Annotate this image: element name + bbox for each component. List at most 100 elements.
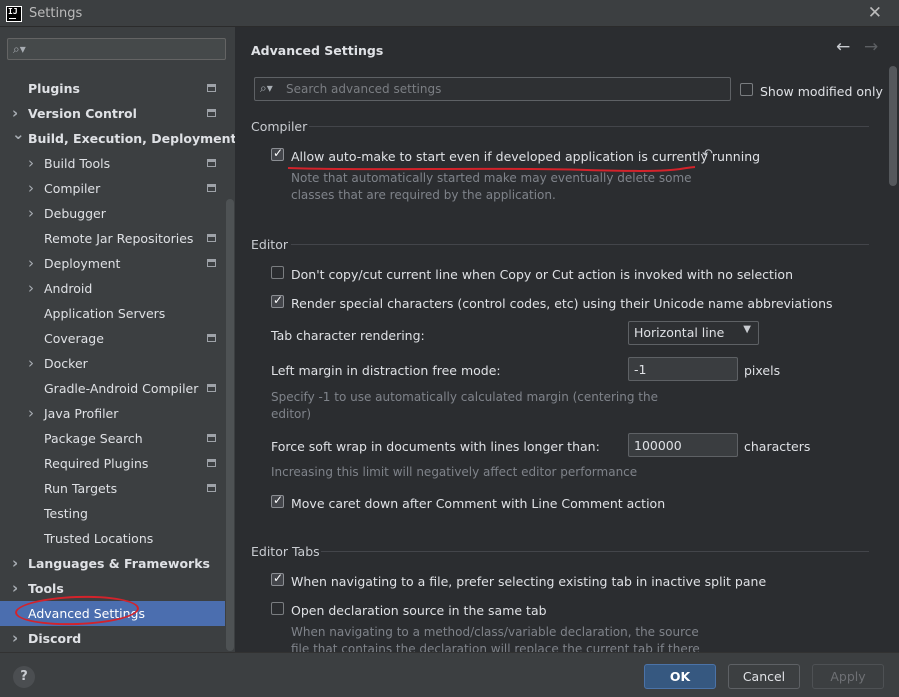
show-modified-label[interactable]: Show modified only [760,84,883,99]
sidebar-item-trusted-locations[interactable]: Trusted Locations [0,526,225,551]
content-scrollbar[interactable] [889,66,897,186]
soft-wrap-label: Force soft wrap in documents with lines … [271,439,600,454]
ok-button[interactable]: OK [644,664,716,689]
sidebar-item-build-execution-deployment[interactable]: ⌄ Build, Execution, Deployment [0,125,236,151]
sidebar-item-android[interactable]: › Android [0,276,225,301]
project-level-icon [207,434,216,442]
tab-rendering-dropdown[interactable]: Horizontal line ▼ [628,321,759,345]
open-same-tab-note-line-1: When navigating to a method/class/variab… [291,625,699,639]
annotation-underline [287,166,696,172]
advanced-settings-panel: Advanced Settings ← → ⌕▾ Show modified o… [235,27,899,652]
caret-down-checkbox[interactable] [271,493,284,508]
project-level-icon [207,109,216,117]
soft-wrap-field[interactable] [628,433,738,457]
sidebar-item-label: Android [44,281,93,296]
sidebar-item-discord[interactable]: › Discord [0,626,225,651]
project-level-icon [207,334,216,342]
left-margin-input[interactable] [634,361,729,377]
project-level-icon [207,484,216,492]
sidebar-item-docker[interactable]: › Docker [0,351,225,376]
sidebar-scrollbar[interactable] [226,199,234,651]
prefer-existing-tab-checkbox[interactable] [271,571,284,586]
settings-sidebar: ⌕▾ Plugins › Version Control ⌄ Build, Execut… [0,27,236,652]
sidebar-item-label: Build, Execution, Deployment [28,131,237,146]
advanced-search-input[interactable] [286,81,716,97]
apply-button[interactable]: Apply [812,664,884,689]
arrow-left-icon[interactable]: ← [836,37,850,57]
sidebar-search-input[interactable]: ⌕▾ [7,38,226,60]
special-chars-checkbox[interactable] [271,293,284,308]
sidebar-item-label: Run Targets [44,481,118,496]
copy-cut-checkbox[interactable] [271,266,284,279]
chevron-right-icon[interactable]: › [12,576,18,601]
sidebar-item-build-tools[interactable]: › Build Tools [0,151,225,176]
section-divider [291,244,869,245]
sidebar-item-deployment[interactable]: › Deployment [0,251,225,276]
intellij-idea-icon: IJ [6,6,22,22]
auto-make-checkbox[interactable] [271,146,284,161]
help-icon[interactable]: ? [13,666,35,688]
sidebar-item-plugins[interactable]: Plugins [0,76,225,101]
sidebar-item-package-search[interactable]: Package Search [0,426,225,451]
chevron-right-icon[interactable]: › [28,176,34,201]
chevron-right-icon[interactable]: › [28,201,34,226]
chevron-right-icon[interactable]: › [28,251,34,276]
sidebar-item-label: Gradle-Android Compiler [44,381,199,396]
cancel-button[interactable]: Cancel [728,664,800,689]
sidebar-item-run-targets[interactable]: Run Targets [0,476,225,501]
page-title: Advanced Settings [251,43,384,58]
sidebar-item-label: Debugger [44,206,106,221]
chevron-down-icon[interactable]: ⌄ [12,122,25,147]
search-icon: ⌕▾ [13,42,26,56]
sidebar-item-remote-jar-repositories[interactable]: Remote Jar Repositories [0,226,225,251]
project-level-icon [207,84,216,92]
sidebar-item-coverage[interactable]: Coverage [0,326,225,351]
left-margin-field[interactable] [628,357,738,381]
sidebar-item-compiler[interactable]: › Compiler [0,176,225,201]
auto-make-label[interactable]: Allow auto-make to start even if develop… [291,149,760,164]
project-level-icon [207,184,216,192]
section-divider [309,126,869,127]
sidebar-item-label: Docker [44,356,88,371]
caret-down-label[interactable]: Move caret down after Comment with Line … [291,496,665,511]
sidebar-item-gradle-android-compiler[interactable]: Gradle-Android Compiler [0,376,225,401]
open-same-tab-label[interactable]: Open declaration source in the same tab [291,603,547,618]
chevron-right-icon[interactable]: › [12,626,18,651]
copy-cut-label[interactable]: Don't copy/cut current line when Copy or… [291,267,793,282]
tab-rendering-value: Horizontal line [634,325,725,340]
advanced-search-field[interactable]: ⌕▾ [254,77,731,101]
sidebar-item-testing[interactable]: Testing [0,501,225,526]
sidebar-item-debugger[interactable]: › Debugger [0,201,225,226]
sidebar-item-required-plugins[interactable]: Required Plugins [0,451,225,476]
section-editor-title: Editor [251,237,288,252]
arrow-right-icon[interactable]: → [864,37,878,57]
sidebar-item-label: Trusted Locations [44,531,154,546]
chevron-down-icon: ▼ [743,324,751,335]
prefer-existing-tab-label[interactable]: When navigating to a file, prefer select… [291,574,766,589]
sidebar-item-java-profiler[interactable]: › Java Profiler [0,401,225,426]
chevron-right-icon[interactable]: › [28,351,34,376]
chevron-right-icon[interactable]: › [12,551,18,576]
section-divider [321,551,869,552]
search-icon: ⌕▾ [260,81,273,95]
special-chars-label[interactable]: Render special characters (control codes… [291,296,833,311]
dialog-footer: ? OK Cancel Apply [0,652,899,697]
sidebar-item-label: Languages & Frameworks [28,556,210,571]
sidebar-item-version-control[interactable]: › Version Control [0,101,225,126]
open-same-tab-checkbox[interactable] [271,602,284,615]
sidebar-item-application-servers[interactable]: Application Servers [0,301,225,326]
sidebar-item-languages-frameworks[interactable]: › Languages & Frameworks [0,551,225,576]
reset-icon[interactable]: ↶ [702,147,713,162]
chevron-right-icon[interactable]: › [28,151,34,176]
soft-wrap-input[interactable] [634,437,729,453]
section-editor-tabs-title: Editor Tabs [251,544,320,559]
chevron-right-icon[interactable]: › [28,276,34,301]
sidebar-item-label: Compiler [44,181,101,196]
sidebar-item-label: Application Servers [44,306,166,321]
close-icon[interactable]: ✕ [868,3,882,23]
sidebar-item-label: Coverage [44,331,104,346]
sidebar-item-label: Deployment [44,256,121,271]
chevron-right-icon[interactable]: › [28,401,34,426]
title-bar: IJ Settings ✕ [0,0,899,27]
show-modified-checkbox[interactable] [740,83,753,96]
